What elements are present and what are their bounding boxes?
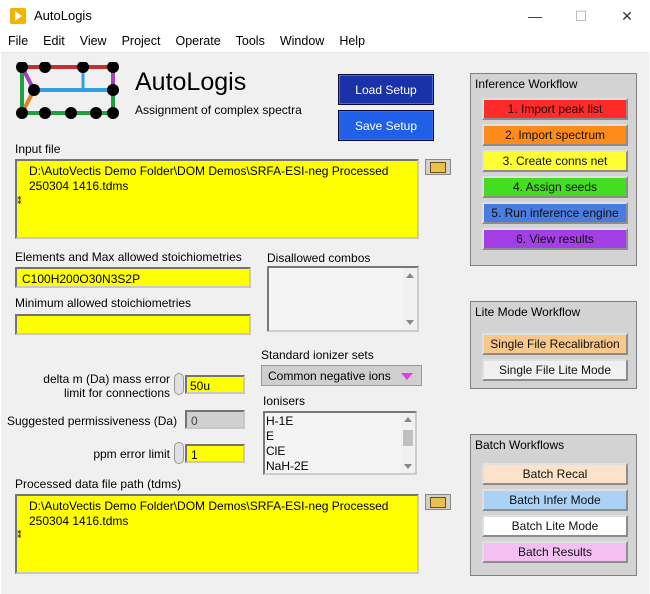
app-title: AutoLogis	[135, 68, 247, 96]
menu-window[interactable]: Window	[272, 32, 331, 52]
ionizer-sets-label: Standard ionizer sets	[261, 348, 374, 362]
input-file-path-text: D:\AutoVectis Demo Folder\DOM Demos\SRFA…	[29, 164, 389, 193]
scroll-up-icon[interactable]	[406, 273, 414, 278]
batch-recal-button[interactable]: Batch Recal	[482, 463, 628, 485]
browse-input-button[interactable]	[425, 159, 451, 175]
scroll-down-icon[interactable]	[404, 464, 412, 469]
import-peak-list-button[interactable]: 1. Import peak list	[482, 98, 628, 120]
title-bar: AutoLogis — ☐ ✕	[0, 0, 650, 32]
single-file-recalibration-button[interactable]: Single File Recalibration	[482, 333, 628, 355]
path-resize-icon: ⁑	[17, 196, 22, 206]
batch-infer-mode-button[interactable]: Batch Infer Mode	[482, 489, 628, 511]
elements-label: Elements and Max allowed stoichiometries	[15, 250, 242, 264]
minimize-button[interactable]: —	[512, 0, 558, 32]
delta-m-label: delta m (Da) mass error limit for connec…	[30, 372, 170, 400]
min-stoich-field[interactable]	[15, 314, 251, 335]
scroll-thumb[interactable]	[403, 430, 413, 446]
scroll-up-icon[interactable]	[404, 417, 412, 422]
ionisers-listbox[interactable]: H-1E E ClE NaH-2E	[263, 411, 417, 475]
view-results-button[interactable]: 6. View results	[482, 228, 628, 250]
menu-file[interactable]: File	[0, 32, 35, 52]
permissiveness-field: 0	[185, 410, 245, 429]
input-file-label: Input file	[15, 142, 61, 156]
ppm-label: ppm error limit	[93, 447, 170, 461]
processed-file-path-text: D:\AutoVectis Demo Folder\DOM Demos\SRFA…	[29, 499, 389, 528]
path-resize-icon: ⁑	[17, 530, 22, 540]
lite-mode-title: Lite Mode Workflow	[475, 305, 581, 319]
disallowed-listbox[interactable]	[267, 266, 419, 332]
batch-results-button[interactable]: Batch Results	[482, 541, 628, 563]
menu-project[interactable]: Project	[114, 32, 168, 52]
browse-processed-button[interactable]	[425, 494, 451, 510]
delta-m-field[interactable]: 50u	[185, 375, 245, 394]
app-icon	[10, 8, 26, 24]
list-item[interactable]: ClE	[266, 444, 415, 459]
processed-file-path[interactable]: D:\AutoVectis Demo Folder\DOM Demos\SRFA…	[15, 494, 419, 574]
window-title: AutoLogis	[34, 8, 92, 23]
scroll-down-icon[interactable]	[406, 320, 414, 325]
load-setup-button[interactable]: Load Setup	[338, 74, 434, 105]
elements-field[interactable]: C100H200O30N3S2P	[15, 267, 251, 288]
menu-view[interactable]: View	[72, 32, 114, 52]
ppm-stepper[interactable]	[174, 442, 184, 464]
import-spectrum-button[interactable]: 2. Import spectrum	[482, 124, 628, 146]
batch-workflows-title: Batch Workflows	[475, 438, 565, 452]
delta-m-label-line2: limit for connections	[63, 386, 170, 400]
list-item[interactable]: H-1E	[266, 414, 415, 429]
menu-help[interactable]: Help	[331, 32, 372, 52]
permissiveness-label: Suggested permissiveness (Da)	[7, 414, 178, 428]
delta-m-label-line1: delta m (Da) mass error	[43, 372, 170, 386]
list-item[interactable]: NaH-2E	[266, 459, 415, 474]
logo-graph-icon	[16, 62, 119, 119]
processed-label: Processed data file path (tdms)	[15, 477, 182, 491]
save-setup-button[interactable]: Save Setup	[338, 110, 434, 141]
run-inference-engine-button[interactable]: 5. Run inference engine	[482, 202, 628, 224]
input-file-path[interactable]: D:\AutoVectis Demo Folder\DOM Demos\SRFA…	[15, 159, 419, 239]
folder-icon	[430, 161, 446, 173]
menu-edit[interactable]: Edit	[35, 32, 72, 52]
ionizer-sets-select[interactable]: Common negative ions	[261, 365, 422, 386]
disallowed-label: Disallowed combos	[267, 251, 371, 265]
single-file-lite-mode-button[interactable]: Single File Lite Mode	[482, 359, 628, 381]
dropdown-arrow-icon	[401, 373, 413, 380]
ionizer-sets-value: Common negative ions	[268, 368, 391, 383]
ionisers-scrollbar[interactable]	[401, 413, 415, 473]
menu-bar: File Edit View Project Operate Tools Win…	[0, 32, 650, 52]
ppm-field[interactable]: 1	[185, 444, 245, 463]
menu-tools[interactable]: Tools	[228, 32, 272, 52]
create-conns-net-button[interactable]: 3. Create conns net	[482, 150, 628, 172]
maximize-button[interactable]: ☐	[558, 0, 604, 32]
disallowed-scrollbar[interactable]	[403, 268, 417, 330]
folder-icon	[430, 496, 446, 508]
min-stoich-label: Minimum allowed stoichiometries	[15, 296, 192, 310]
close-button[interactable]: ✕	[604, 0, 650, 32]
batch-lite-mode-button[interactable]: Batch Lite Mode	[482, 515, 628, 537]
ionisers-label: Ionisers	[263, 394, 306, 408]
delta-m-stepper[interactable]	[174, 373, 184, 395]
inference-workflow-title: Inference Workflow	[475, 77, 578, 91]
list-item[interactable]: E	[266, 429, 415, 444]
assign-seeds-button[interactable]: 4. Assign seeds	[482, 176, 628, 198]
app-subtitle: Assignment of complex spectra	[135, 103, 302, 117]
menu-operate[interactable]: Operate	[167, 32, 227, 52]
